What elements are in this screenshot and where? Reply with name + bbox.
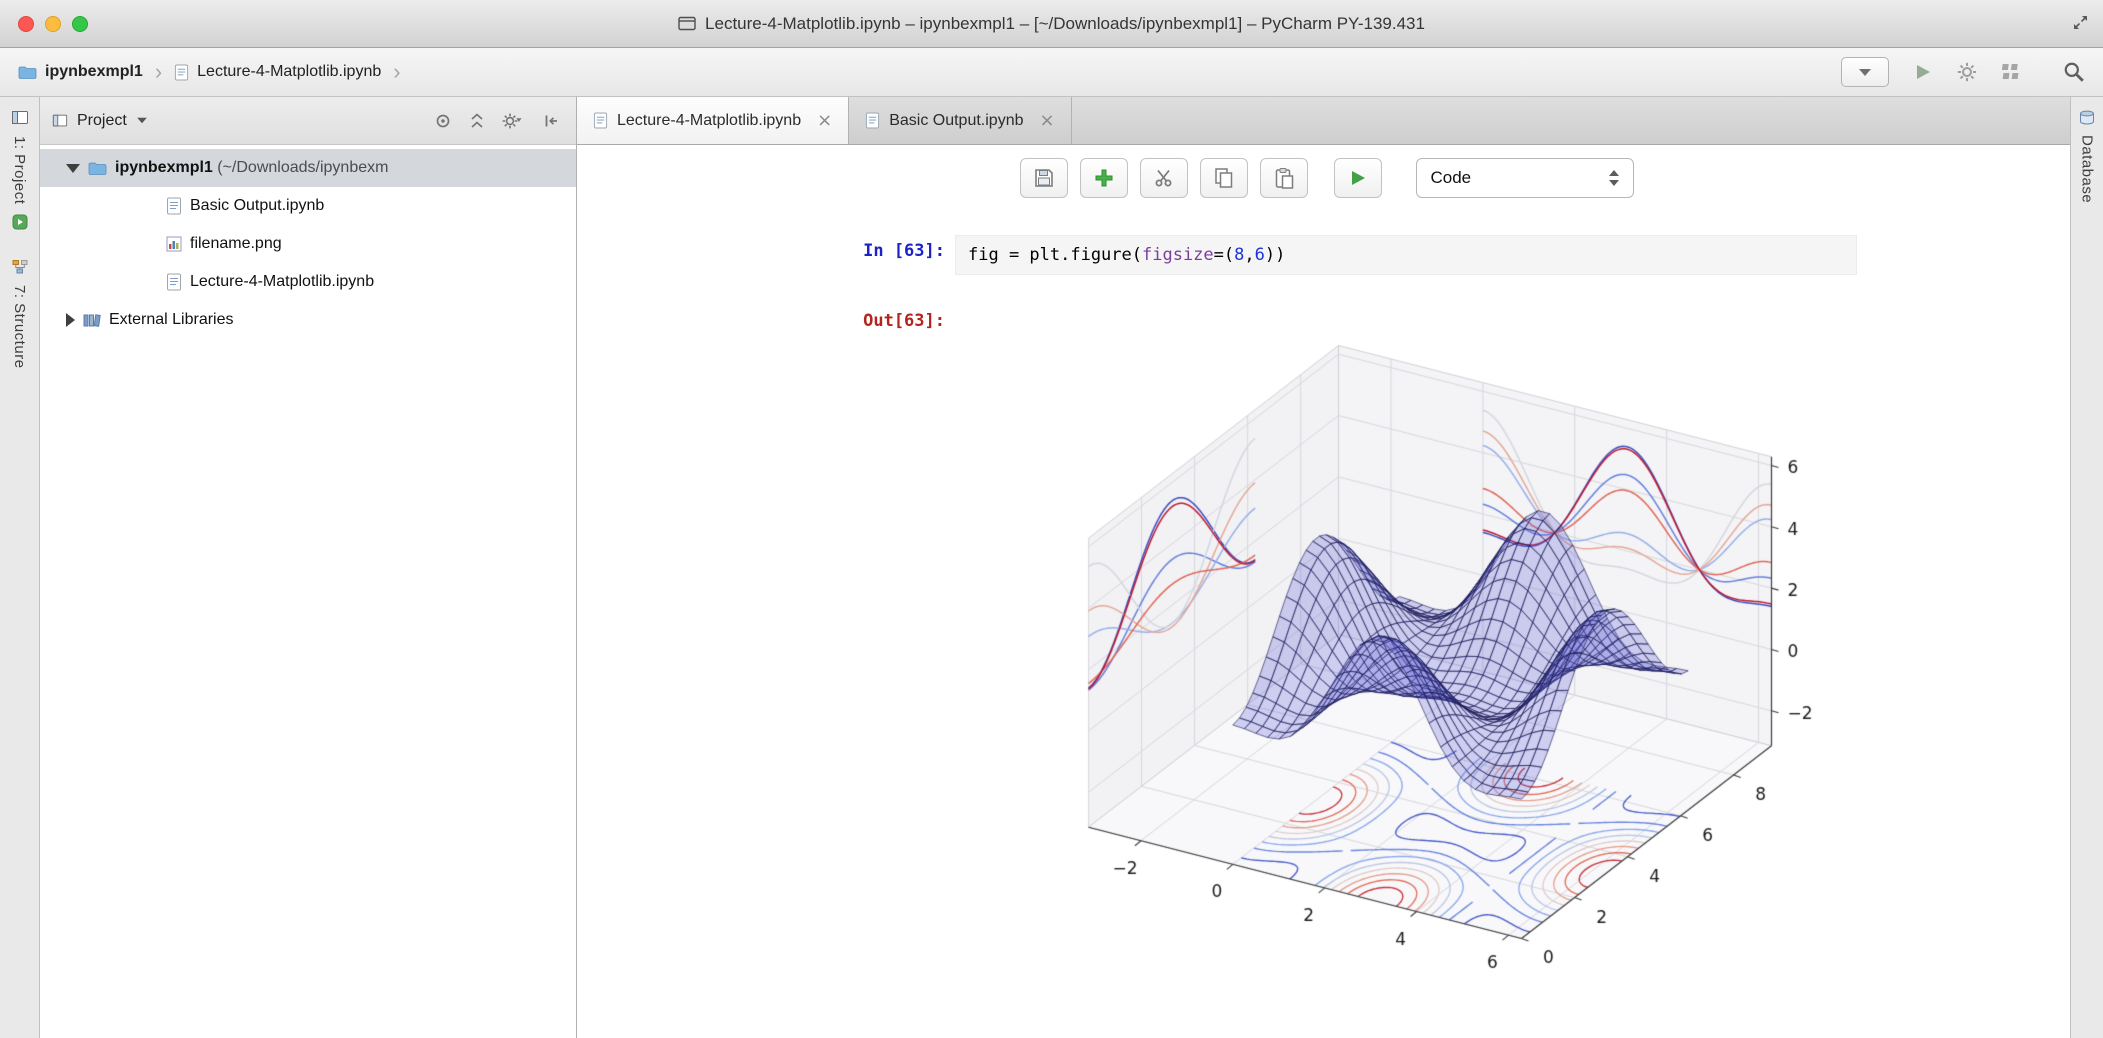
- run-configuration-select[interactable]: [1841, 57, 1889, 87]
- tool-button-project[interactable]: 1: Project: [11, 136, 28, 204]
- floppy-icon: [1034, 169, 1053, 187]
- minimize-window-button[interactable]: [45, 15, 61, 32]
- run-toolbar: [1841, 57, 2085, 87]
- close-window-button[interactable]: [18, 15, 34, 32]
- folder-icon: [18, 66, 37, 79]
- folder-icon: [88, 162, 107, 175]
- chevron-down-icon: [1859, 68, 1871, 76]
- cell-out-label: Out[63]:: [863, 311, 945, 331]
- window-title: Lecture-4-Matplotlib.ipynb – ipynbexmpl1…: [705, 13, 1425, 33]
- matplotlib-3d-surface-figure: [1040, 329, 1880, 1029]
- breadcrumb-item-project[interactable]: ipynbexmpl1: [45, 63, 143, 81]
- coverage-sun-icon[interactable]: [1957, 62, 1977, 82]
- left-tool-stripe: 1: Project 7: Structure: [0, 97, 40, 1038]
- collapse-all-icon[interactable]: [468, 112, 486, 130]
- tab-label: Lecture-4-Matplotlib.ipynb: [617, 111, 802, 129]
- run-button[interactable]: [1913, 62, 1933, 82]
- scissors-icon: [1155, 169, 1171, 187]
- project-panel-title[interactable]: Project: [77, 112, 127, 130]
- tree-item-label: Basic Output.ipynb: [190, 197, 325, 214]
- add-cell-button[interactable]: [1079, 158, 1128, 198]
- image-file-icon: [166, 236, 182, 252]
- locate-file-icon[interactable]: [434, 112, 452, 130]
- project-panel-header: Project: [40, 97, 576, 145]
- tree-item-label: External Libraries: [109, 311, 234, 328]
- close-tab-icon[interactable]: ×: [1039, 110, 1054, 131]
- project-tree: ipynbexmpl1 (~/Downloads/ipynbexm Basic …: [40, 145, 576, 1038]
- project-scope-icon: [52, 114, 68, 126]
- select-stepper-icon: [1608, 170, 1619, 186]
- search-icon[interactable]: [2063, 61, 2085, 83]
- paste-icon: [1275, 168, 1293, 189]
- cell-in-label: In [63]:: [863, 241, 945, 261]
- breadcrumb: ipynbexmpl1 › Lecture-4-Matplotlib.ipynb…: [18, 59, 405, 84]
- tree-item-path: (~/Downloads/ipynbexm: [212, 159, 389, 176]
- chevron-right-icon: ›: [154, 59, 163, 84]
- tab-label: Basic Output.ipynb: [889, 111, 1024, 129]
- chevron-right-icon: ›: [393, 59, 401, 84]
- cell-type-select[interactable]: Code: [1415, 158, 1634, 198]
- code-input[interactable]: fig = plt.figure(figsize=(8,6)): [955, 235, 1857, 275]
- chevron-down-icon[interactable]: [136, 117, 147, 124]
- window-icon: [678, 16, 696, 31]
- tree-item-label: Lecture-4-Matplotlib.ipynb: [190, 273, 375, 290]
- tree-row-file[interactable]: Lecture-4-Matplotlib.ipynb: [40, 263, 576, 301]
- editor-area: Lecture-4-Matplotlib.ipynb × Basic Outpu…: [577, 97, 2070, 1038]
- close-tab-icon[interactable]: ×: [817, 110, 832, 131]
- green-tool-icon[interactable]: [11, 213, 29, 231]
- tab-basic-output[interactable]: Basic Output.ipynb ×: [849, 97, 1072, 144]
- copy-cell-button[interactable]: [1199, 158, 1248, 198]
- cut-cell-button[interactable]: [1139, 158, 1188, 198]
- zoom-window-button[interactable]: [72, 15, 88, 32]
- code-text: fig = plt.figure(figsize=(8,6)): [968, 245, 1286, 265]
- notebook-file-icon: [593, 112, 608, 129]
- project-tool-icon: [11, 111, 28, 124]
- window-title-group: Lecture-4-Matplotlib.ipynb – ipynbexmpl1…: [678, 14, 1425, 34]
- structure-tool-icon: [12, 260, 27, 274]
- libraries-icon: [83, 314, 101, 327]
- copy-icon: [1214, 168, 1232, 188]
- window-title-bar: Lecture-4-Matplotlib.ipynb – ipynbexmpl1…: [0, 0, 2103, 48]
- paste-cell-button[interactable]: [1259, 158, 1308, 198]
- notebook-file-icon: [175, 64, 189, 80]
- grid-tool-icon[interactable]: [2001, 62, 2021, 82]
- expand-caret-icon[interactable]: [66, 313, 75, 327]
- play-icon: [1351, 171, 1365, 185]
- notebook-cell-area: In [63]: fig = plt.figure(figsize=(8,6))…: [577, 211, 2070, 1038]
- editor-tab-bar: Lecture-4-Matplotlib.ipynb × Basic Outpu…: [577, 97, 2070, 145]
- cell-type-value: Code: [1430, 168, 1472, 187]
- save-button[interactable]: [1019, 158, 1068, 198]
- notebook-file-icon: [167, 197, 181, 215]
- notebook-toolbar: Code: [577, 145, 2070, 211]
- project-tool-window: Project ipynbexmpl1 (~/Downloads/ipynbex…: [40, 97, 577, 1038]
- tree-row-external-libraries[interactable]: External Libraries: [40, 301, 576, 339]
- plus-icon: [1095, 169, 1112, 187]
- traffic-lights: [18, 0, 88, 47]
- breadcrumb-item-file[interactable]: Lecture-4-Matplotlib.ipynb: [197, 63, 381, 81]
- fullscreen-icon[interactable]: [2072, 14, 2089, 31]
- gear-icon[interactable]: [502, 112, 526, 130]
- notebook-file-icon: [167, 273, 181, 291]
- tree-item-label: ipynbexmpl1: [115, 159, 213, 176]
- tree-item-label: filename.png: [190, 235, 282, 252]
- collapse-caret-icon[interactable]: [66, 163, 80, 173]
- tree-row-file[interactable]: filename.png: [40, 225, 576, 263]
- tree-row-file[interactable]: Basic Output.ipynb: [40, 187, 576, 225]
- notebook-file-icon: [866, 112, 880, 129]
- hide-panel-icon[interactable]: [542, 112, 560, 130]
- tab-lecture-4-matplot[interactable]: Lecture-4-Matplotlib.ipynb ×: [577, 97, 850, 144]
- tool-button-database[interactable]: Database: [2079, 135, 2096, 203]
- run-cell-button[interactable]: [1333, 158, 1382, 198]
- database-icon: [2080, 110, 2094, 125]
- tool-button-structure[interactable]: 7: Structure: [11, 285, 28, 369]
- navigation-bar: ipynbexmpl1 › Lecture-4-Matplotlib.ipynb…: [0, 48, 2103, 97]
- tree-row-project-root[interactable]: ipynbexmpl1 (~/Downloads/ipynbexm: [40, 149, 576, 187]
- right-tool-stripe: Database: [2070, 97, 2103, 1038]
